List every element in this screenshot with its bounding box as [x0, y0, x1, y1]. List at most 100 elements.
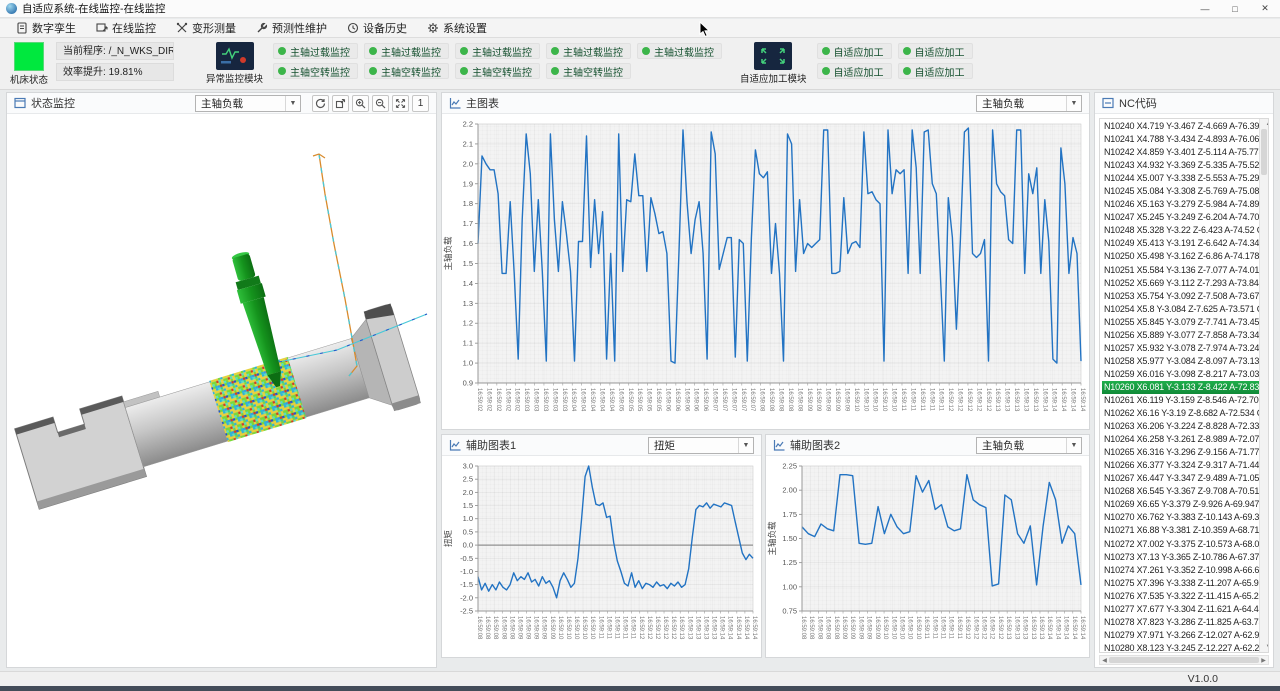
- svg-text:16:59:07: 16:59:07: [730, 388, 736, 412]
- spindle-idle-monitor-button[interactable]: 主轴空转监控: [273, 63, 358, 79]
- spindle-overload-monitor-button[interactable]: 主轴过载监控: [637, 43, 722, 59]
- nc-line[interactable]: N10279 X7.971 Y-3.266 Z-12.027 A-62.98: [1102, 629, 1259, 642]
- nc-line[interactable]: N10261 X6.119 Y-3.159 Z-8.546 A-72.701: [1102, 394, 1259, 407]
- nc-line[interactable]: N10246 X5.163 Y-3.279 Z-5.984 A-74.892: [1102, 198, 1259, 211]
- nc-vscroll-thumb[interactable]: [1261, 129, 1267, 175]
- nc-line[interactable]: N10247 X5.245 Y-3.249 Z-6.204 A-74.701: [1102, 211, 1259, 224]
- adaptive-machining-button[interactable]: 自适应加工: [817, 43, 892, 59]
- nc-line[interactable]: N10254 X5.8 Y-3.084 Z-7.625 A-73.571 C: [1102, 303, 1259, 316]
- spindle-idle-monitor-button[interactable]: 主轴空转监控: [364, 63, 449, 79]
- svg-text:2.25: 2.25: [782, 462, 797, 471]
- adaptive-machining-button[interactable]: 自适应加工: [817, 63, 892, 79]
- adaptive-module[interactable]: 自适应加工模块: [740, 42, 807, 85]
- nc-line[interactable]: N10272 X7.002 Y-3.375 Z-10.573 A-68.05: [1102, 538, 1259, 551]
- status-signal-dropdown[interactable]: 主轴负载 ▼: [195, 95, 301, 112]
- spindle-overload-monitor-button[interactable]: 主轴过载监控: [455, 43, 540, 59]
- nc-line[interactable]: N10278 X7.823 Y-3.286 Z-11.825 A-63.73: [1102, 616, 1259, 629]
- svg-text:16:59:14: 16:59:14: [1071, 616, 1077, 640]
- nc-line[interactable]: N10244 X5.007 Y-3.338 Z-5.553 A-75.297: [1102, 172, 1259, 185]
- nc-line[interactable]: N10275 X7.396 Y-3.338 Z-11.207 A-65.95: [1102, 577, 1259, 590]
- svg-text:1.6: 1.6: [463, 239, 473, 248]
- nc-line[interactable]: N10267 X6.447 Y-3.347 Z-9.489 A-71.055: [1102, 472, 1259, 485]
- close-button[interactable]: ✕: [1250, 0, 1280, 17]
- svg-text:16:59:11: 16:59:11: [622, 616, 628, 640]
- nc-line[interactable]: N10269 X6.65 Y-3.379 Z-9.926 A-69.947 C: [1102, 498, 1259, 511]
- main-chart-signal-dropdown[interactable]: 主轴负载 ▼: [976, 95, 1082, 112]
- nc-line[interactable]: N10274 X7.261 Y-3.352 Z-10.998 A-66.67: [1102, 564, 1259, 577]
- nc-horizontal-scrollbar[interactable]: ◀ ▶: [1099, 655, 1269, 665]
- zoom-level-button[interactable]: 1: [412, 95, 429, 112]
- menu-item-3[interactable]: 变形测量: [166, 19, 246, 37]
- svg-text:16:59:11: 16:59:11: [948, 616, 954, 640]
- adaptive-machining-button[interactable]: 自适应加工: [898, 63, 973, 79]
- nc-line[interactable]: N10251 X5.584 Y-3.136 Z-7.077 A-74.012: [1102, 264, 1259, 277]
- viewport-toolbar: 1: [312, 95, 429, 112]
- workpiece-3d-viewport[interactable]: [7, 114, 436, 667]
- aux-chart2-signal-dropdown[interactable]: 主轴负载 ▼: [976, 437, 1082, 454]
- zoom-out-icon[interactable]: [372, 95, 389, 112]
- aux-chart1-signal-dropdown[interactable]: 扭矩 ▼: [648, 437, 754, 454]
- scroll-left-icon[interactable]: ◀: [1100, 656, 1109, 666]
- spindle-overload-monitor-button[interactable]: 主轴过载监控: [546, 43, 631, 59]
- svg-text:16:59:13: 16:59:13: [1022, 388, 1028, 412]
- menu-item-2[interactable]: 在线监控: [86, 19, 166, 37]
- nc-line[interactable]: N10250 X5.498 Y-3.162 Z-6.86 A-74.178 C: [1102, 250, 1259, 263]
- nc-line[interactable]: N10241 X4.788 Y-3.434 Z-4.893 A-76.062: [1102, 133, 1259, 146]
- menu-item-6[interactable]: 系统设置: [417, 19, 497, 37]
- nc-line[interactable]: N10268 X6.545 Y-3.367 Z-9.708 A-70.519: [1102, 485, 1259, 498]
- fit-view-icon[interactable]: [392, 95, 409, 112]
- nc-line[interactable]: N10271 X6.88 Y-3.381 Z-10.359 A-68.711: [1102, 524, 1259, 537]
- zoom-in-icon[interactable]: [352, 95, 369, 112]
- nc-line[interactable]: N10245 X5.084 Y-3.308 Z-5.769 A-75.088: [1102, 185, 1259, 198]
- nc-line[interactable]: N10263 X6.206 Y-3.224 Z-8.828 A-72.33 C: [1102, 420, 1259, 433]
- spindle-overload-monitor-button[interactable]: 主轴过载监控: [273, 43, 358, 59]
- nc-line[interactable]: N10259 X6.016 Y-3.098 Z-8.217 A-73.036: [1102, 368, 1259, 381]
- spindle-idle-monitor-button[interactable]: 主轴空转监控: [546, 63, 631, 79]
- scroll-right-icon[interactable]: ▶: [1259, 656, 1268, 666]
- nc-line[interactable]: N10256 X5.889 Y-3.077 Z-7.858 A-73.348: [1102, 329, 1259, 342]
- nc-line[interactable]: N10273 X7.13 Y-3.365 Z-10.786 A-67.372: [1102, 551, 1259, 564]
- minimize-button[interactable]: —: [1190, 0, 1220, 17]
- nc-line[interactable]: N10243 X4.932 Y-3.369 Z-5.335 A-75.523: [1102, 159, 1259, 172]
- nc-line[interactable]: N10255 X5.845 Y-3.079 Z-7.741 A-73.458: [1102, 316, 1259, 329]
- nc-line-active[interactable]: N10260 X6.081 Y-3.133 Z-8.422 A-72.835: [1102, 381, 1259, 394]
- nc-line[interactable]: N10264 X6.258 Y-3.261 Z-8.989 A-72.072: [1102, 433, 1259, 446]
- scroll-down-icon[interactable]: ▼: [1264, 642, 1269, 652]
- nc-line[interactable]: N10253 X5.754 Y-3.092 Z-7.508 A-73.677: [1102, 290, 1259, 303]
- nc-line[interactable]: N10249 X5.413 Y-3.191 Z-6.642 A-74.346: [1102, 237, 1259, 250]
- nc-vertical-scrollbar[interactable]: ▲ ▼: [1259, 119, 1268, 652]
- svg-text:16:59:03: 16:59:03: [561, 388, 567, 412]
- menu-item-4[interactable]: 预测性维护: [246, 19, 337, 37]
- maximize-button[interactable]: □: [1220, 0, 1250, 17]
- svg-text:16:59:04: 16:59:04: [580, 388, 586, 412]
- nc-line[interactable]: N10257 X5.932 Y-3.078 Z-7.974 A-73.243: [1102, 342, 1259, 355]
- nc-line[interactable]: N10248 X5.328 Y-3.22 Z-6.423 A-74.52 C: [1102, 224, 1259, 237]
- nc-line[interactable]: N10265 X6.316 Y-3.296 Z-9.156 A-71.771: [1102, 446, 1259, 459]
- nc-line[interactable]: N10252 X5.669 Y-3.112 Z-7.293 A-73.844: [1102, 277, 1259, 290]
- nc-line[interactable]: N10258 X5.977 Y-3.084 Z-8.097 A-73.138: [1102, 355, 1259, 368]
- anomaly-module[interactable]: 异常监控模块: [206, 42, 263, 85]
- adaptive-machining-button[interactable]: 自适应加工: [898, 43, 973, 59]
- nc-line[interactable]: N10280 X8.123 Y-3.245 Z-12.227 A-62.23: [1102, 642, 1259, 651]
- nc-line[interactable]: N10262 X6.16 Y-3.19 Z-8.682 A-72.534 C: [1102, 407, 1259, 420]
- svg-text:16:59:10: 16:59:10: [581, 616, 587, 640]
- nc-hscroll-thumb[interactable]: [1109, 657, 1259, 663]
- nc-line[interactable]: N10240 X4.719 Y-3.467 Z-4.669 A-76.396: [1102, 120, 1259, 133]
- nc-line[interactable]: N10266 X6.377 Y-3.324 Z-9.317 A-71.443: [1102, 459, 1259, 472]
- aux-chart1: 16:59:0816:59:0816:59:0816:59:0816:59:08…: [442, 456, 761, 657]
- svg-text:16:59:07: 16:59:07: [712, 388, 718, 412]
- pan-icon[interactable]: [332, 95, 349, 112]
- refresh-icon[interactable]: [312, 95, 329, 112]
- status-dot-icon: [460, 67, 468, 75]
- spindle-overload-monitor-button[interactable]: 主轴过载监控: [364, 43, 449, 59]
- spindle-idle-monitor-button[interactable]: 主轴空转监控: [455, 63, 540, 79]
- nc-code-list[interactable]: N10240 X4.719 Y-3.467 Z-4.669 A-76.396N1…: [1102, 120, 1259, 651]
- menu-item-5[interactable]: 设备历史: [337, 19, 417, 37]
- nc-line[interactable]: N10242 X4.859 Y-3.401 Z-5.114 A-75.775: [1102, 146, 1259, 159]
- scroll-up-icon[interactable]: ▲: [1264, 119, 1269, 129]
- nc-line[interactable]: N10276 X7.535 Y-3.322 Z-11.415 A-65.22: [1102, 590, 1259, 603]
- svg-text:16:59:10: 16:59:10: [862, 388, 868, 412]
- menu-item-1[interactable]: 数字孪生: [6, 19, 86, 37]
- nc-line[interactable]: N10270 X6.762 Y-3.383 Z-10.143 A-69.34: [1102, 511, 1259, 524]
- nc-line[interactable]: N10277 X7.677 Y-3.304 Z-11.621 A-64.48: [1102, 603, 1259, 616]
